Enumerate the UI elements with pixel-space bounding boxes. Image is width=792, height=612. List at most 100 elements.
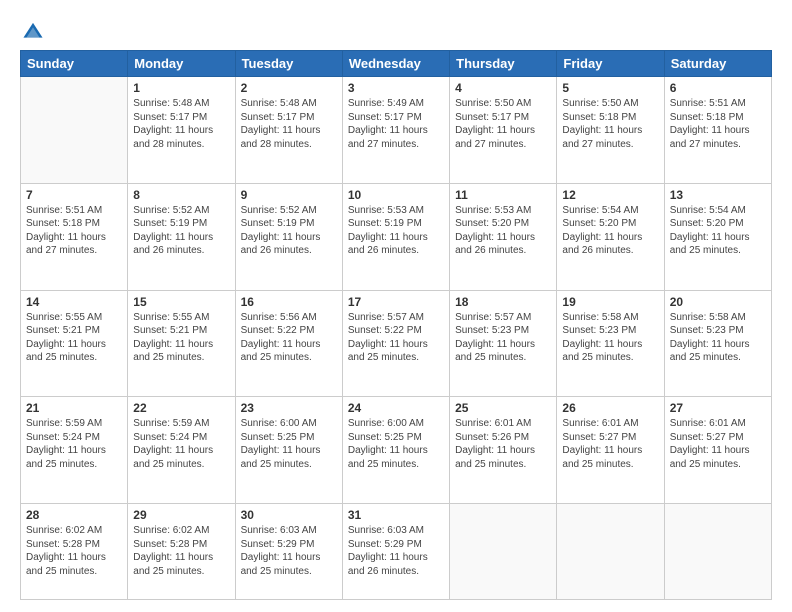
calendar-cell: 25 Sunrise: 6:01 AM Sunset: 5:26 PM Dayli…: [450, 397, 557, 504]
day-info: Sunrise: 6:01 AM Sunset: 5:27 PM Dayligh…: [562, 417, 658, 471]
weekday-header-wednesday: Wednesday: [342, 51, 449, 77]
day-number: 13: [670, 188, 766, 202]
day-number: 27: [670, 401, 766, 415]
calendar-cell: 1Sunrise: 5:48 AM Sunset: 5:17 PM Daylig…: [128, 77, 235, 184]
calendar-cell: 16 Sunrise: 5:56 AM Sunset: 5:22 PM Dayli…: [235, 290, 342, 397]
day-info: Sunrise: 6:00 AM Sunset: 5:25 PM Dayligh…: [241, 417, 337, 471]
calendar-cell: 5 Sunrise: 5:50 AM Sunset: 5:18 PM Daylig…: [557, 77, 664, 184]
day-info: Sunrise: 5:57 AM Sunset: 5:23 PM Dayligh…: [455, 311, 551, 365]
day-info: Sunrise: 5:56 AM Sunset: 5:22 PM Dayligh…: [241, 311, 337, 365]
day-info: Sunrise: 5:58 AM Sunset: 5:23 PM Dayligh…: [670, 311, 766, 365]
calendar-cell: [664, 504, 771, 600]
day-number: 2: [241, 81, 337, 95]
calendar-cell: 31 Sunrise: 6:03 AM Sunset: 5:29 PM Dayli…: [342, 504, 449, 600]
day-number: 3: [348, 81, 444, 95]
day-info: Sunrise: 5:55 AM Sunset: 5:21 PM Dayligh…: [26, 311, 122, 365]
day-number: 4: [455, 81, 551, 95]
day-number: 22: [133, 401, 229, 415]
day-number: 23: [241, 401, 337, 415]
calendar-cell: 10 Sunrise: 5:53 AM Sunset: 5:19 PM Dayli…: [342, 183, 449, 290]
calendar-cell: 6Sunrise: 5:51 AM Sunset: 5:18 PM Daylig…: [664, 77, 771, 184]
day-number: 30: [241, 508, 337, 522]
day-number: 18: [455, 295, 551, 309]
calendar-row-1: 7Sunrise: 5:51 AM Sunset: 5:18 PM Daylig…: [21, 183, 772, 290]
logo: [20, 20, 44, 42]
day-number: 8: [133, 188, 229, 202]
weekday-header-monday: Monday: [128, 51, 235, 77]
day-info: Sunrise: 6:02 AM Sunset: 5:28 PM Dayligh…: [26, 524, 122, 578]
calendar-cell: [450, 504, 557, 600]
day-number: 12: [562, 188, 658, 202]
day-info: Sunrise: 5:59 AM Sunset: 5:24 PM Dayligh…: [26, 417, 122, 471]
day-info: Sunrise: 5:51 AM Sunset: 5:18 PM Dayligh…: [670, 97, 766, 151]
calendar-cell: 13 Sunrise: 5:54 AM Sunset: 5:20 PM Dayli…: [664, 183, 771, 290]
calendar-cell: [21, 77, 128, 184]
calendar-cell: [557, 504, 664, 600]
calendar-cell: 28Sunrise: 6:02 AM Sunset: 5:28 PM Dayli…: [21, 504, 128, 600]
calendar-cell: 9 Sunrise: 5:52 AM Sunset: 5:19 PM Daylig…: [235, 183, 342, 290]
day-info: Sunrise: 5:49 AM Sunset: 5:17 PM Dayligh…: [348, 97, 444, 151]
calendar-cell: 17 Sunrise: 5:57 AM Sunset: 5:22 PM Dayli…: [342, 290, 449, 397]
day-info: Sunrise: 5:48 AM Sunset: 5:17 PM Dayligh…: [241, 97, 337, 151]
day-number: 9: [241, 188, 337, 202]
calendar-cell: 11Sunrise: 5:53 AM Sunset: 5:20 PM Dayli…: [450, 183, 557, 290]
weekday-header-tuesday: Tuesday: [235, 51, 342, 77]
calendar-cell: 27 Sunrise: 6:01 AM Sunset: 5:27 PM Dayli…: [664, 397, 771, 504]
page: SundayMondayTuesdayWednesdayThursdayFrid…: [0, 0, 792, 612]
calendar-cell: 8 Sunrise: 5:52 AM Sunset: 5:19 PM Daylig…: [128, 183, 235, 290]
calendar-cell: 18 Sunrise: 5:57 AM Sunset: 5:23 PM Dayli…: [450, 290, 557, 397]
day-number: 20: [670, 295, 766, 309]
day-info: Sunrise: 5:55 AM Sunset: 5:21 PM Dayligh…: [133, 311, 229, 365]
calendar-cell: 23 Sunrise: 6:00 AM Sunset: 5:25 PM Dayli…: [235, 397, 342, 504]
calendar-cell: 12 Sunrise: 5:54 AM Sunset: 5:20 PM Dayli…: [557, 183, 664, 290]
day-number: 10: [348, 188, 444, 202]
calendar-row-0: 1Sunrise: 5:48 AM Sunset: 5:17 PM Daylig…: [21, 77, 772, 184]
calendar-table: SundayMondayTuesdayWednesdayThursdayFrid…: [20, 50, 772, 600]
calendar-cell: 15 Sunrise: 5:55 AM Sunset: 5:21 PM Dayli…: [128, 290, 235, 397]
weekday-header-row: SundayMondayTuesdayWednesdayThursdayFrid…: [21, 51, 772, 77]
day-number: 17: [348, 295, 444, 309]
weekday-header-friday: Friday: [557, 51, 664, 77]
logo-icon: [22, 20, 44, 42]
day-info: Sunrise: 5:54 AM Sunset: 5:20 PM Dayligh…: [670, 204, 766, 258]
day-info: Sunrise: 6:03 AM Sunset: 5:29 PM Dayligh…: [348, 524, 444, 578]
calendar-cell: 4 Sunrise: 5:50 AM Sunset: 5:17 PM Daylig…: [450, 77, 557, 184]
day-number: 31: [348, 508, 444, 522]
day-info: Sunrise: 5:52 AM Sunset: 5:19 PM Dayligh…: [133, 204, 229, 258]
day-info: Sunrise: 5:50 AM Sunset: 5:18 PM Dayligh…: [562, 97, 658, 151]
calendar-cell: 2 Sunrise: 5:48 AM Sunset: 5:17 PM Daylig…: [235, 77, 342, 184]
day-info: Sunrise: 6:01 AM Sunset: 5:27 PM Dayligh…: [670, 417, 766, 471]
header: [20, 16, 772, 42]
day-info: Sunrise: 5:57 AM Sunset: 5:22 PM Dayligh…: [348, 311, 444, 365]
day-number: 7: [26, 188, 122, 202]
day-info: Sunrise: 6:01 AM Sunset: 5:26 PM Dayligh…: [455, 417, 551, 471]
day-number: 14: [26, 295, 122, 309]
day-number: 15: [133, 295, 229, 309]
calendar-cell: 26 Sunrise: 6:01 AM Sunset: 5:27 PM Dayli…: [557, 397, 664, 504]
calendar-cell: 14 Sunrise: 5:55 AM Sunset: 5:21 PM Dayli…: [21, 290, 128, 397]
calendar-cell: 3 Sunrise: 5:49 AM Sunset: 5:17 PM Daylig…: [342, 77, 449, 184]
calendar-cell: 30Sunrise: 6:03 AM Sunset: 5:29 PM Dayli…: [235, 504, 342, 600]
day-info: Sunrise: 5:59 AM Sunset: 5:24 PM Dayligh…: [133, 417, 229, 471]
day-info: Sunrise: 5:53 AM Sunset: 5:19 PM Dayligh…: [348, 204, 444, 258]
calendar-row-4: 28Sunrise: 6:02 AM Sunset: 5:28 PM Dayli…: [21, 504, 772, 600]
calendar-cell: 29 Sunrise: 6:02 AM Sunset: 5:28 PM Dayli…: [128, 504, 235, 600]
day-info: Sunrise: 5:52 AM Sunset: 5:19 PM Dayligh…: [241, 204, 337, 258]
day-info: Sunrise: 6:00 AM Sunset: 5:25 PM Dayligh…: [348, 417, 444, 471]
calendar-cell: 24Sunrise: 6:00 AM Sunset: 5:25 PM Dayli…: [342, 397, 449, 504]
day-info: Sunrise: 5:50 AM Sunset: 5:17 PM Dayligh…: [455, 97, 551, 151]
day-info: Sunrise: 5:54 AM Sunset: 5:20 PM Dayligh…: [562, 204, 658, 258]
day-number: 29: [133, 508, 229, 522]
day-number: 5: [562, 81, 658, 95]
day-number: 25: [455, 401, 551, 415]
calendar-row-2: 14 Sunrise: 5:55 AM Sunset: 5:21 PM Dayli…: [21, 290, 772, 397]
weekday-header-thursday: Thursday: [450, 51, 557, 77]
day-info: Sunrise: 5:53 AM Sunset: 5:20 PM Dayligh…: [455, 204, 551, 258]
calendar-cell: 19Sunrise: 5:58 AM Sunset: 5:23 PM Dayli…: [557, 290, 664, 397]
day-number: 16: [241, 295, 337, 309]
day-info: Sunrise: 6:02 AM Sunset: 5:28 PM Dayligh…: [133, 524, 229, 578]
day-info: Sunrise: 5:58 AM Sunset: 5:23 PM Dayligh…: [562, 311, 658, 365]
calendar-row-3: 21Sunrise: 5:59 AM Sunset: 5:24 PM Dayli…: [21, 397, 772, 504]
day-number: 26: [562, 401, 658, 415]
calendar-cell: 21Sunrise: 5:59 AM Sunset: 5:24 PM Dayli…: [21, 397, 128, 504]
